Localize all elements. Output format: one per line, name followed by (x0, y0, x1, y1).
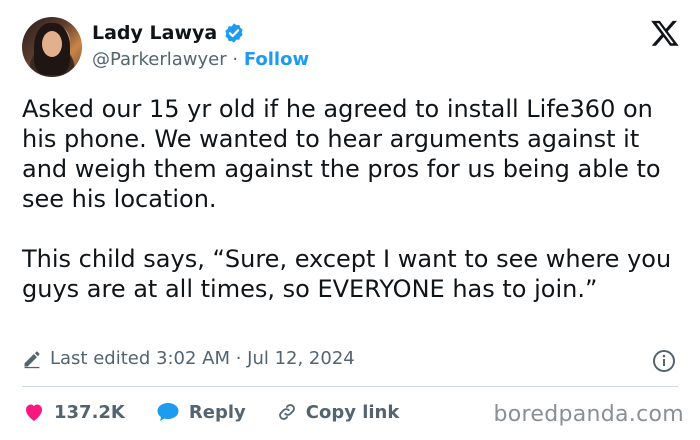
divider (22, 386, 678, 387)
action-bar: 137.2K Reply Copy link (22, 400, 429, 424)
edit-meta: Last edited 3:02 AM · Jul 12, 2024 (22, 348, 355, 369)
reply-label: Reply (188, 401, 246, 423)
author-handle[interactable]: @Parkerlawyer (92, 49, 227, 70)
reply-button[interactable]: Reply (155, 400, 246, 424)
author-name[interactable]: Lady Lawya (92, 22, 217, 44)
like-count: 137.2K (54, 401, 125, 423)
link-icon (278, 404, 295, 420)
edit-pencil-icon (24, 351, 40, 368)
watermark: boredpanda.com (493, 402, 684, 427)
separator-dot: · (232, 49, 239, 70)
info-icon[interactable] (652, 349, 676, 373)
copy-link-label: Copy link (305, 401, 400, 423)
avatar-face (42, 31, 62, 57)
tweet-text: Asked our 15 yr old if he agreed to inst… (22, 95, 672, 303)
avatar[interactable] (22, 17, 82, 77)
reply-bubble-icon (157, 403, 179, 421)
verified-badge-icon (225, 23, 243, 43)
author-name-row: Lady Lawya (92, 22, 245, 44)
author-handle-row: @Parkerlawyer · Follow (92, 49, 309, 70)
like-button[interactable]: 137.2K (22, 400, 125, 424)
edited-timestamp[interactable]: Last edited 3:02 AM · Jul 12, 2024 (50, 348, 355, 369)
x-logo-icon[interactable] (650, 18, 680, 48)
heart-icon (26, 404, 42, 421)
copy-link-button[interactable]: Copy link (276, 401, 400, 423)
follow-button[interactable]: Follow (244, 49, 309, 70)
